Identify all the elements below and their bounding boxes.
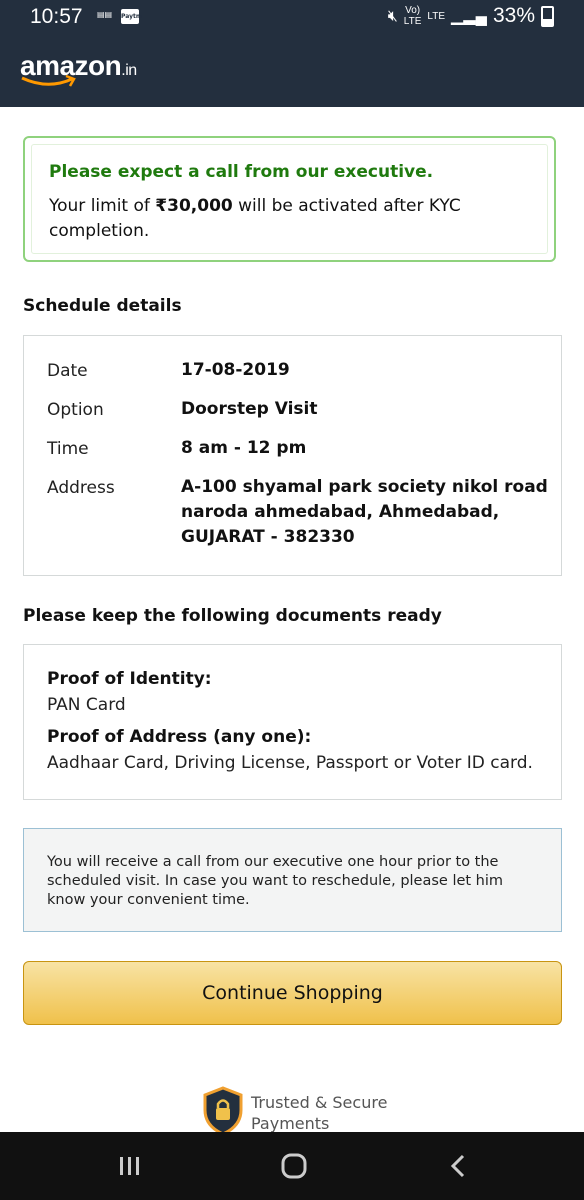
system-nav-bar [0, 1132, 584, 1200]
schedule-title: Schedule details [23, 296, 182, 316]
trust-badge: Trusted & Secure Payments [202, 1086, 402, 1132]
address-value: A-100 shyamal park society nikol road na… [181, 477, 548, 547]
battery-percent: 33% [492, 4, 535, 27]
status-time: 10:57 [30, 5, 83, 28]
logo-smile-icon [21, 74, 76, 87]
continue-shopping-button[interactable]: Continue Shopping [23, 961, 562, 1025]
status-bar: 10:57 ▤▤ Paytm 🔇︎ Vo) LTE LTE ▁▂▄ 33% [0, 0, 584, 34]
alert-body: Your limit of ₹30,000 will be activated … [49, 194, 519, 244]
identity-value: PAN Card [47, 695, 126, 715]
date-label: Date [47, 361, 88, 381]
paytm-notification-icon: Paytm [121, 9, 142, 24]
app-header: amazon.in [0, 34, 584, 107]
schedule-box: Date 17-08-2019 Option Doorstep Visit Ti… [23, 335, 562, 576]
date-value: 17-08-2019 [181, 360, 290, 380]
documents-title: Please keep the following documents read… [23, 606, 442, 626]
back-icon[interactable] [450, 1154, 466, 1178]
credit-limit: ₹30,000 [155, 196, 233, 216]
address-proof-heading: Proof of Address (any one): [47, 727, 312, 747]
notification-icon: ▤▤ [97, 10, 113, 19]
address-label: Address [47, 478, 115, 498]
address-proof-value: Aadhaar Card, Driving License, Passport … [47, 753, 533, 773]
time-value: 8 am - 12 pm [181, 438, 307, 458]
option-label: Option [47, 400, 104, 420]
battery-icon [541, 5, 554, 27]
notice-text: You will receive a call from our executi… [47, 854, 504, 908]
status-indicators: 🔇︎ Vo) LTE LTE ▁▂▄ 33% [388, 4, 554, 28]
trust-text: Trusted & Secure Payments [251, 1093, 388, 1132]
lte-icon: LTE [427, 10, 446, 22]
alert-title: Please expect a call from our executive. [49, 162, 434, 182]
kyc-alert: Please expect a call from our executive.… [23, 136, 556, 262]
option-value: Doorstep Visit [181, 399, 318, 419]
logo-suffix: .in [121, 62, 137, 79]
time-label: Time [47, 439, 89, 459]
documents-box: Proof of Identity: PAN Card Proof of Add… [23, 644, 562, 800]
home-icon[interactable] [281, 1153, 307, 1179]
mute-icon: 🔇︎ [387, 7, 398, 25]
identity-heading: Proof of Identity: [47, 669, 212, 689]
volte-icon: Vo) LTE [403, 5, 422, 27]
lock-shield-icon [203, 1086, 243, 1132]
recent-apps-icon[interactable] [119, 1156, 141, 1176]
alert-body-prefix: Your limit of [49, 196, 156, 216]
signal-icon: ▁▂▄ [451, 8, 487, 25]
reschedule-notice: You will receive a call from our executi… [23, 828, 562, 932]
